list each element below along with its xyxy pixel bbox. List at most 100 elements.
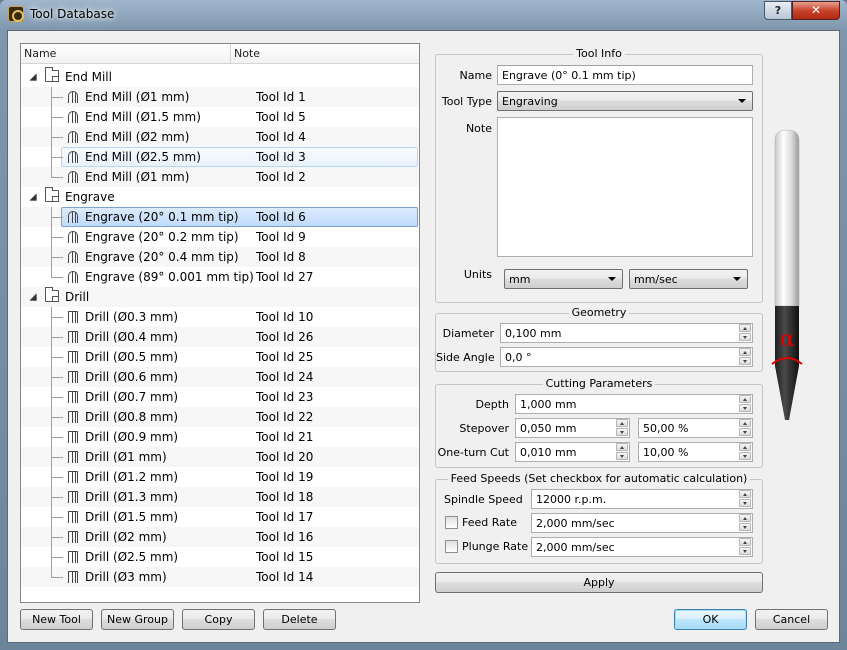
tree-tool-row[interactable]: Drill (Ø2.5 mm) Tool Id 15 — [21, 547, 419, 567]
collapse-arrow-icon[interactable] — [29, 293, 37, 301]
spin-up-button[interactable] — [739, 348, 751, 356]
spin-down-button[interactable] — [616, 428, 628, 436]
spin-down-button[interactable] — [739, 547, 751, 555]
length-units-select[interactable]: mm — [504, 269, 623, 289]
new-tool-button[interactable]: New Tool — [20, 609, 93, 630]
one-turn-cut-percent-spinbox[interactable]: 10,00 % — [638, 442, 753, 462]
tree-rows: End Mill End Mill (Ø1 mm) Tool Id 1 End Mil… — [21, 67, 419, 587]
tree-tool-row[interactable]: Drill (Ø1.2 mm) Tool Id 19 — [21, 467, 419, 487]
stepover-percent-spinbox[interactable]: 50,00 % — [638, 418, 753, 438]
collapse-arrow-icon[interactable] — [29, 73, 37, 81]
tree-tool-row[interactable]: Drill (Ø1.3 mm) Tool Id 18 — [21, 487, 419, 507]
spin-down-button[interactable] — [739, 523, 751, 531]
spin-up-button[interactable] — [616, 419, 628, 427]
drill-bit-icon — [68, 551, 78, 563]
spin-down-button[interactable] — [739, 404, 751, 412]
column-header-note[interactable]: Note — [234, 47, 260, 60]
new-group-button[interactable]: New Group — [101, 609, 174, 630]
spin-up-button[interactable] — [616, 443, 628, 451]
spin-down-button[interactable] — [739, 452, 751, 460]
tool-note: Tool Id 16 — [256, 530, 314, 544]
tree-tool-row[interactable]: Drill (Ø1 mm) Tool Id 20 — [21, 447, 419, 467]
drill-bit-icon — [68, 431, 78, 443]
side-angle-value: 0,0 ° — [505, 351, 532, 364]
tree-header: Name Note — [21, 44, 419, 64]
tree-tool-row[interactable]: Drill (Ø2 mm) Tool Id 16 — [21, 527, 419, 547]
spin-up-button[interactable] — [739, 395, 751, 403]
ok-button[interactable]: OK — [674, 609, 747, 630]
column-header-name[interactable]: Name — [24, 47, 56, 60]
tool-name: Engrave (20° 0.1 mm tip) — [85, 210, 239, 224]
plunge-rate-auto-checkbox[interactable] — [445, 540, 458, 553]
plunge-rate-spinbox[interactable]: 2,000 mm/sec — [531, 537, 753, 557]
end-mill-icon — [68, 231, 78, 243]
spin-down-button[interactable] — [739, 428, 751, 436]
tree-branch-line — [51, 217, 63, 218]
stepover-spinbox[interactable]: 0,050 mm — [515, 418, 630, 438]
feed-rate-auto-checkbox[interactable] — [445, 516, 458, 529]
note-textarea[interactable] — [497, 117, 753, 257]
feed-rate-spinbox[interactable]: 2,000 mm/sec — [531, 513, 753, 533]
spin-down-button[interactable] — [739, 357, 751, 365]
copy-button[interactable]: Copy — [182, 609, 255, 630]
side-angle-spinbox[interactable]: 0,0 ° — [500, 347, 753, 367]
tree-tool-row[interactable]: Drill (Ø0.8 mm) Tool Id 22 — [21, 407, 419, 427]
diameter-spinbox[interactable]: 0,100 mm — [500, 323, 753, 343]
tree-tool-row[interactable]: Drill (Ø0.3 mm) Tool Id 10 — [21, 307, 419, 327]
tree-tool-row[interactable]: Drill (Ø0.9 mm) Tool Id 21 — [21, 427, 419, 447]
spindle-speed-spinbox[interactable]: 12000 r.p.m. — [531, 489, 753, 509]
spin-up-button[interactable] — [739, 443, 751, 451]
spin-up-button[interactable] — [739, 419, 751, 427]
spin-down-button[interactable] — [616, 452, 628, 460]
depth-spinbox[interactable]: 1,000 mm — [515, 394, 753, 414]
tree-branch-line — [51, 97, 63, 98]
tree-tool-row[interactable]: End Mill (Ø2 mm) Tool Id 4 — [21, 127, 419, 147]
tree-tool-row[interactable]: Engrave (89° 0.001 mm tip) Tool Id 27 — [21, 267, 419, 287]
spin-up-button[interactable] — [739, 324, 751, 332]
apply-button[interactable]: Apply — [435, 572, 763, 593]
tree-tool-row[interactable]: End Mill (Ø1.5 mm) Tool Id 5 — [21, 107, 419, 127]
tree-tool-row[interactable]: End Mill (Ø1 mm) Tool Id 2 — [21, 167, 419, 187]
one-turn-cut-value: 0,010 mm — [520, 446, 577, 459]
spin-down-button[interactable] — [739, 499, 751, 507]
tool-tree[interactable]: Name Note End Mill End Mill (Ø1 mm) Tool I… — [20, 43, 420, 603]
tree-group-row[interactable]: End Mill — [21, 67, 419, 87]
tree-tool-row[interactable]: Engrave (20° 0.4 mm tip) Tool Id 8 — [21, 247, 419, 267]
speed-units-select[interactable]: mm/sec — [629, 269, 748, 289]
tree-tool-row[interactable]: Engrave (20° 0.1 mm tip) Tool Id 6 — [21, 207, 419, 227]
tree-tool-row[interactable]: End Mill (Ø2.5 mm) Tool Id 3 — [21, 147, 419, 167]
tool-name: Drill (Ø0.5 mm) — [85, 350, 179, 364]
spin-down-button[interactable] — [739, 333, 751, 341]
drill-bit-icon — [68, 391, 78, 403]
tree-tool-row[interactable]: End Mill (Ø1 mm) Tool Id 1 — [21, 87, 419, 107]
length-units-value: mm — [509, 273, 531, 286]
tree-group-row[interactable]: Drill — [21, 287, 419, 307]
tree-group-row[interactable]: Engrave — [21, 187, 419, 207]
help-button[interactable]: ? — [764, 1, 792, 20]
tree-tool-row[interactable]: Drill (Ø0.4 mm) Tool Id 26 — [21, 327, 419, 347]
delete-button[interactable]: Delete — [263, 609, 336, 630]
tool-note: Tool Id 20 — [256, 450, 314, 464]
one-turn-cut-spinbox[interactable]: 0,010 mm — [515, 442, 630, 462]
tree-tool-row[interactable]: Drill (Ø3 mm) Tool Id 14 — [21, 567, 419, 587]
folder-icon — [45, 287, 59, 302]
feed-rate-label: Feed Rate — [462, 516, 517, 529]
collapse-arrow-icon[interactable] — [29, 193, 37, 201]
tree-branch-line — [51, 177, 63, 178]
close-button[interactable]: ✕ — [792, 1, 840, 20]
tree-tool-row[interactable]: Engrave (20° 0.2 mm tip) Tool Id 9 — [21, 227, 419, 247]
name-field[interactable]: Engrave (0° 0.1 mm tip) — [497, 65, 753, 85]
tree-tool-row[interactable]: Drill (Ø0.7 mm) Tool Id 23 — [21, 387, 419, 407]
chevron-down-icon — [608, 277, 616, 281]
tree-tool-row[interactable]: Drill (Ø0.6 mm) Tool Id 24 — [21, 367, 419, 387]
spin-up-button[interactable] — [739, 538, 751, 546]
tree-tool-row[interactable]: Drill (Ø1.5 mm) Tool Id 17 — [21, 507, 419, 527]
spin-up-button[interactable] — [739, 490, 751, 498]
cancel-button[interactable]: Cancel — [755, 609, 828, 630]
tree-branch-line — [51, 457, 63, 458]
plunge-rate-value: 2,000 mm/sec — [536, 541, 615, 554]
tool-type-select[interactable]: Engraving — [497, 91, 753, 111]
tree-tool-row[interactable]: Drill (Ø0.5 mm) Tool Id 25 — [21, 347, 419, 367]
title-bar[interactable]: Tool Database ? ✕ — [0, 0, 847, 30]
spin-up-button[interactable] — [739, 514, 751, 522]
